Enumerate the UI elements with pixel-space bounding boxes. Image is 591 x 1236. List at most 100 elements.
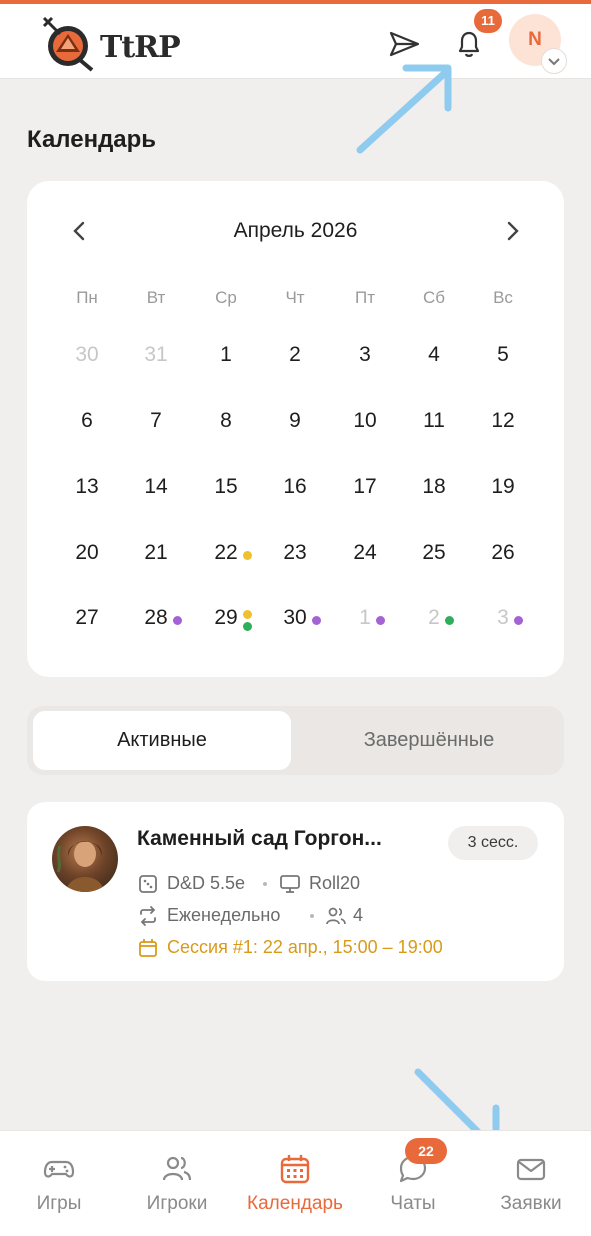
calendar-day[interactable]: 1 (335, 606, 395, 636)
weekday-label: Чт (285, 288, 305, 307)
avatar-menu-toggle[interactable] (541, 48, 567, 74)
calendar-day[interactable]: 7 (126, 409, 186, 439)
session-indicator-dot (243, 610, 252, 619)
calendar-day[interactable]: 4 (404, 343, 464, 373)
calendar-day[interactable]: 30 (57, 343, 117, 373)
calendar-day[interactable]: 10 (335, 409, 395, 439)
calendar-day[interactable]: 12 (473, 409, 533, 439)
day-number: 28 (144, 606, 168, 629)
mail-icon (516, 1158, 546, 1181)
weekday-label: Вс (493, 288, 513, 307)
day-number: 17 (353, 475, 377, 498)
calendar-day[interactable]: 2 (404, 606, 464, 636)
day-number: 19 (491, 475, 515, 498)
calendar-day[interactable]: 9 (265, 409, 325, 439)
calendar-day[interactable]: 11 (404, 409, 464, 439)
calendar-day[interactable]: 2 (265, 343, 325, 373)
nav-item-players[interactable]: Игроки (118, 1131, 236, 1236)
month-label: Апрель 2026 (233, 219, 358, 242)
day-number: 2 (289, 343, 301, 366)
logo-emblem-icon (42, 16, 94, 72)
day-number: 14 (144, 475, 168, 498)
day-number: 5 (497, 343, 509, 366)
page-title: Календарь (27, 126, 157, 153)
nav-item-games[interactable]: Игры (0, 1131, 118, 1236)
meta-separator (310, 914, 314, 918)
calendar-day[interactable]: 6 (57, 409, 117, 439)
session-indicator-dot (243, 622, 252, 631)
calendar-icon (139, 939, 157, 957)
calendar-icon (280, 1155, 310, 1184)
day-number: 31 (144, 343, 168, 366)
nav-label: Календарь (247, 1193, 343, 1214)
nav-label: Заявки (500, 1193, 562, 1214)
notification-count-badge: 11 (474, 9, 502, 33)
day-number: 13 (75, 475, 99, 498)
calendar-day[interactable]: 24 (335, 541, 395, 571)
calendar-day[interactable]: 25 (404, 541, 464, 571)
calendar-day[interactable]: 26 (473, 541, 533, 571)
monitor-icon (280, 875, 300, 893)
calendar-day[interactable]: 8 (196, 409, 256, 439)
day-number: 20 (75, 541, 99, 564)
calendar-day[interactable]: 14 (126, 475, 186, 505)
nav-item-calendar[interactable]: Календарь (236, 1131, 354, 1236)
calendar-day[interactable]: 3 (473, 606, 533, 636)
day-number: 8 (220, 409, 232, 432)
gamepad-icon (43, 1160, 75, 1178)
calendar-card: Апрель 2026 Пн Вт Ср Чт Пт Сб Вс 30 31 1 2 3 4 5 6 7 8 9 1… (27, 181, 564, 677)
calendar-day[interactable]: 18 (404, 475, 464, 505)
calendar-day[interactable]: 21 (126, 541, 186, 571)
calendar-day[interactable]: 27 (57, 606, 117, 636)
game-title: Каменный сад Горгон... (137, 827, 382, 850)
weekday-label: Пн (76, 288, 98, 307)
tab-completed[interactable]: Завершённые (300, 711, 558, 770)
calendar-day[interactable]: 31 (126, 343, 186, 373)
day-number: 1 (220, 343, 232, 366)
day-number: 29 (214, 606, 238, 629)
day-number: 1 (359, 606, 371, 629)
day-number: 24 (353, 541, 377, 564)
session-indicator-dot (312, 616, 321, 625)
logo-text: TtRP (100, 30, 181, 65)
game-card[interactable]: Каменный сад Горгон... 3 сесс. D&D 5.5e … (27, 802, 564, 981)
calendar-day[interactable]: 19 (473, 475, 533, 505)
weekday-label: Пт (354, 288, 375, 307)
calendar-day[interactable]: 16 (265, 475, 325, 505)
session-status-tabs: Активные Завершённые (27, 706, 564, 775)
players-count: 4 (353, 905, 364, 925)
next-month-button[interactable] (492, 211, 532, 251)
calendar-day[interactable]: 13 (57, 475, 117, 505)
bottom-navigation: Игры Игроки Календарь Чаты Заявки (0, 1130, 591, 1236)
users-icon (326, 907, 346, 925)
day-number: 21 (144, 541, 168, 564)
chevron-down-icon (548, 58, 560, 66)
day-number: 12 (491, 409, 515, 432)
nav-label: Игроки (146, 1193, 208, 1214)
calendar-day[interactable]: 20 (57, 541, 117, 571)
repeat-icon (140, 906, 156, 926)
app-logo[interactable]: TtRP (40, 14, 181, 74)
day-number: 10 (353, 409, 377, 432)
day-number: 9 (289, 409, 301, 432)
calendar-day[interactable]: 17 (335, 475, 395, 505)
day-number: 16 (283, 475, 307, 498)
app-header: TtRP (0, 4, 591, 79)
calendar-day[interactable]: 23 (265, 541, 325, 571)
day-number: 4 (428, 343, 440, 366)
session-indicator-dot (514, 616, 523, 625)
calendar-day[interactable]: 5 (473, 343, 533, 373)
day-number: 25 (422, 541, 446, 564)
day-number: 18 (422, 475, 446, 498)
nav-item-applications[interactable]: Заявки (472, 1131, 590, 1236)
next-session: Сессия #1: 22 апр., 15:00 – 19:00 (167, 937, 443, 957)
calendar-day[interactable]: 3 (335, 343, 395, 373)
sessions-count-badge: 3 сесс. (448, 826, 538, 860)
game-system: D&D 5.5e (167, 873, 246, 893)
calendar-day[interactable]: 1 (196, 343, 256, 373)
send-button[interactable] (386, 26, 422, 62)
weekday-label: Ср (215, 288, 237, 307)
tab-active[interactable]: Активные (33, 711, 291, 770)
calendar-day[interactable]: 15 (196, 475, 256, 505)
dice-icon (139, 875, 157, 893)
